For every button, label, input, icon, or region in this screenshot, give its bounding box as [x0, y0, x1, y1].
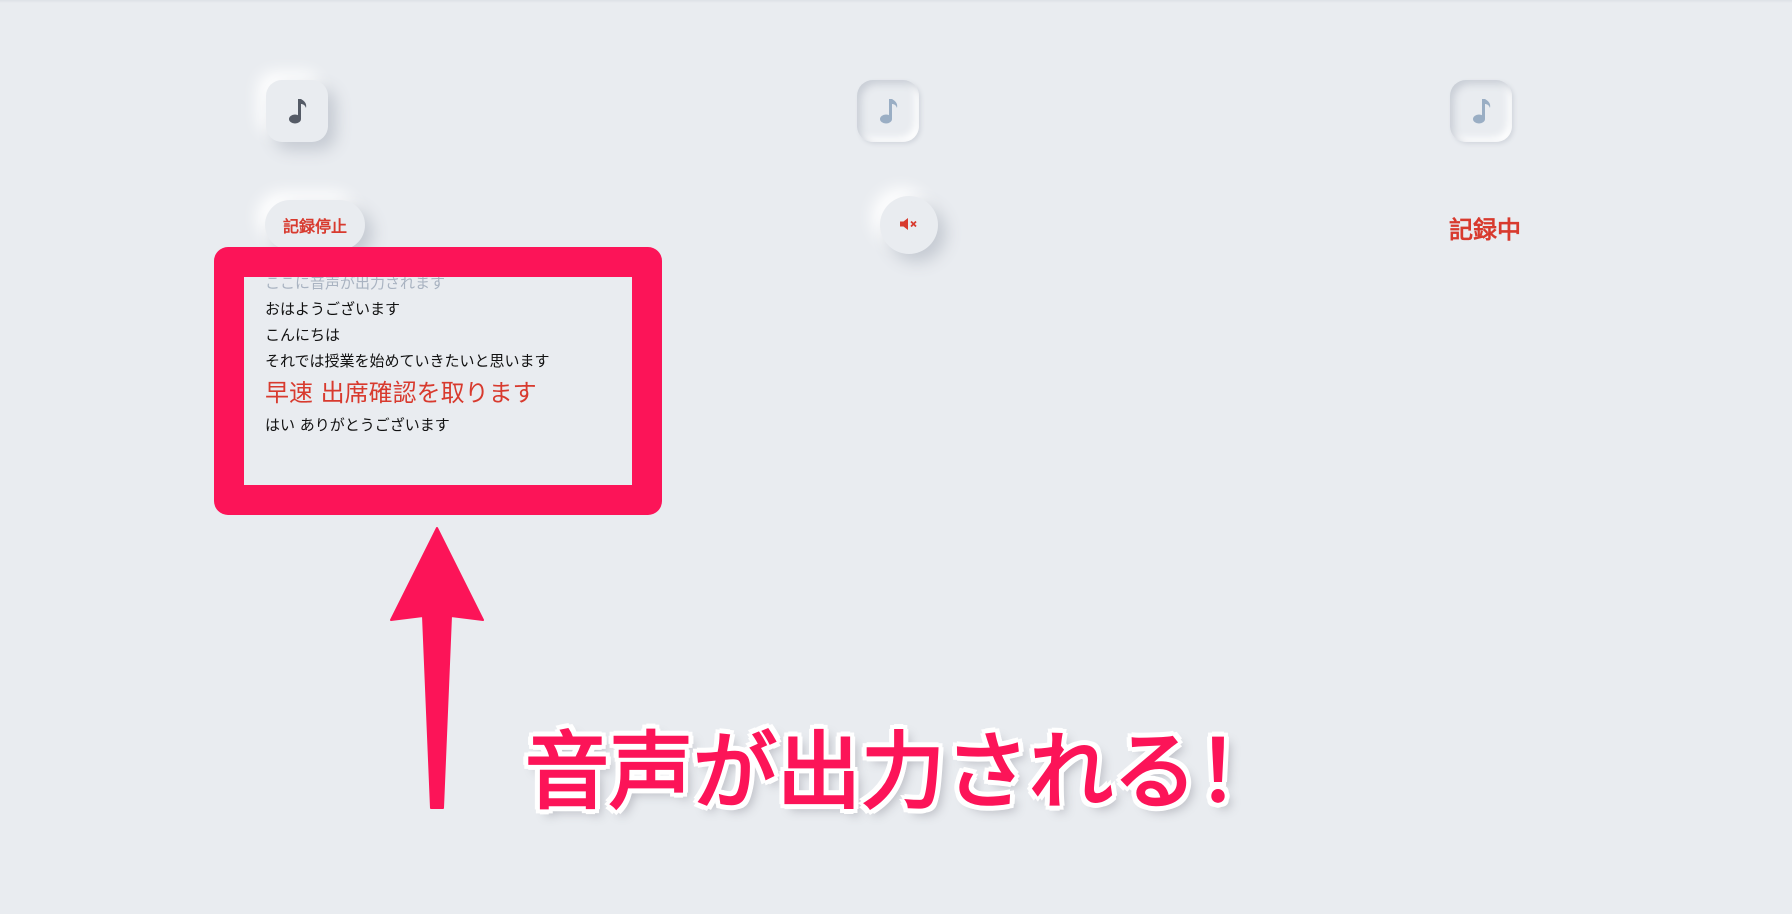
mute-button[interactable] — [880, 196, 938, 254]
music-button-3[interactable] — [1450, 80, 1512, 142]
music-note-icon — [876, 96, 900, 126]
music-button-1[interactable] — [266, 80, 328, 142]
annotation-highlight-frame — [214, 247, 662, 515]
annotation-caption: 音声が出力される！ — [525, 723, 1282, 821]
stop-recording-button[interactable]: 記録停止 — [265, 200, 365, 250]
top-edge — [0, 0, 1792, 3]
speaker-mute-icon — [899, 216, 919, 235]
annotation-arrow — [390, 527, 484, 809]
recording-status: 記録中 — [1449, 216, 1521, 244]
music-note-icon — [1469, 96, 1493, 126]
music-note-icon — [285, 96, 309, 126]
stop-recording-label: 記録停止 — [282, 217, 347, 236]
music-button-2[interactable] — [857, 80, 919, 142]
